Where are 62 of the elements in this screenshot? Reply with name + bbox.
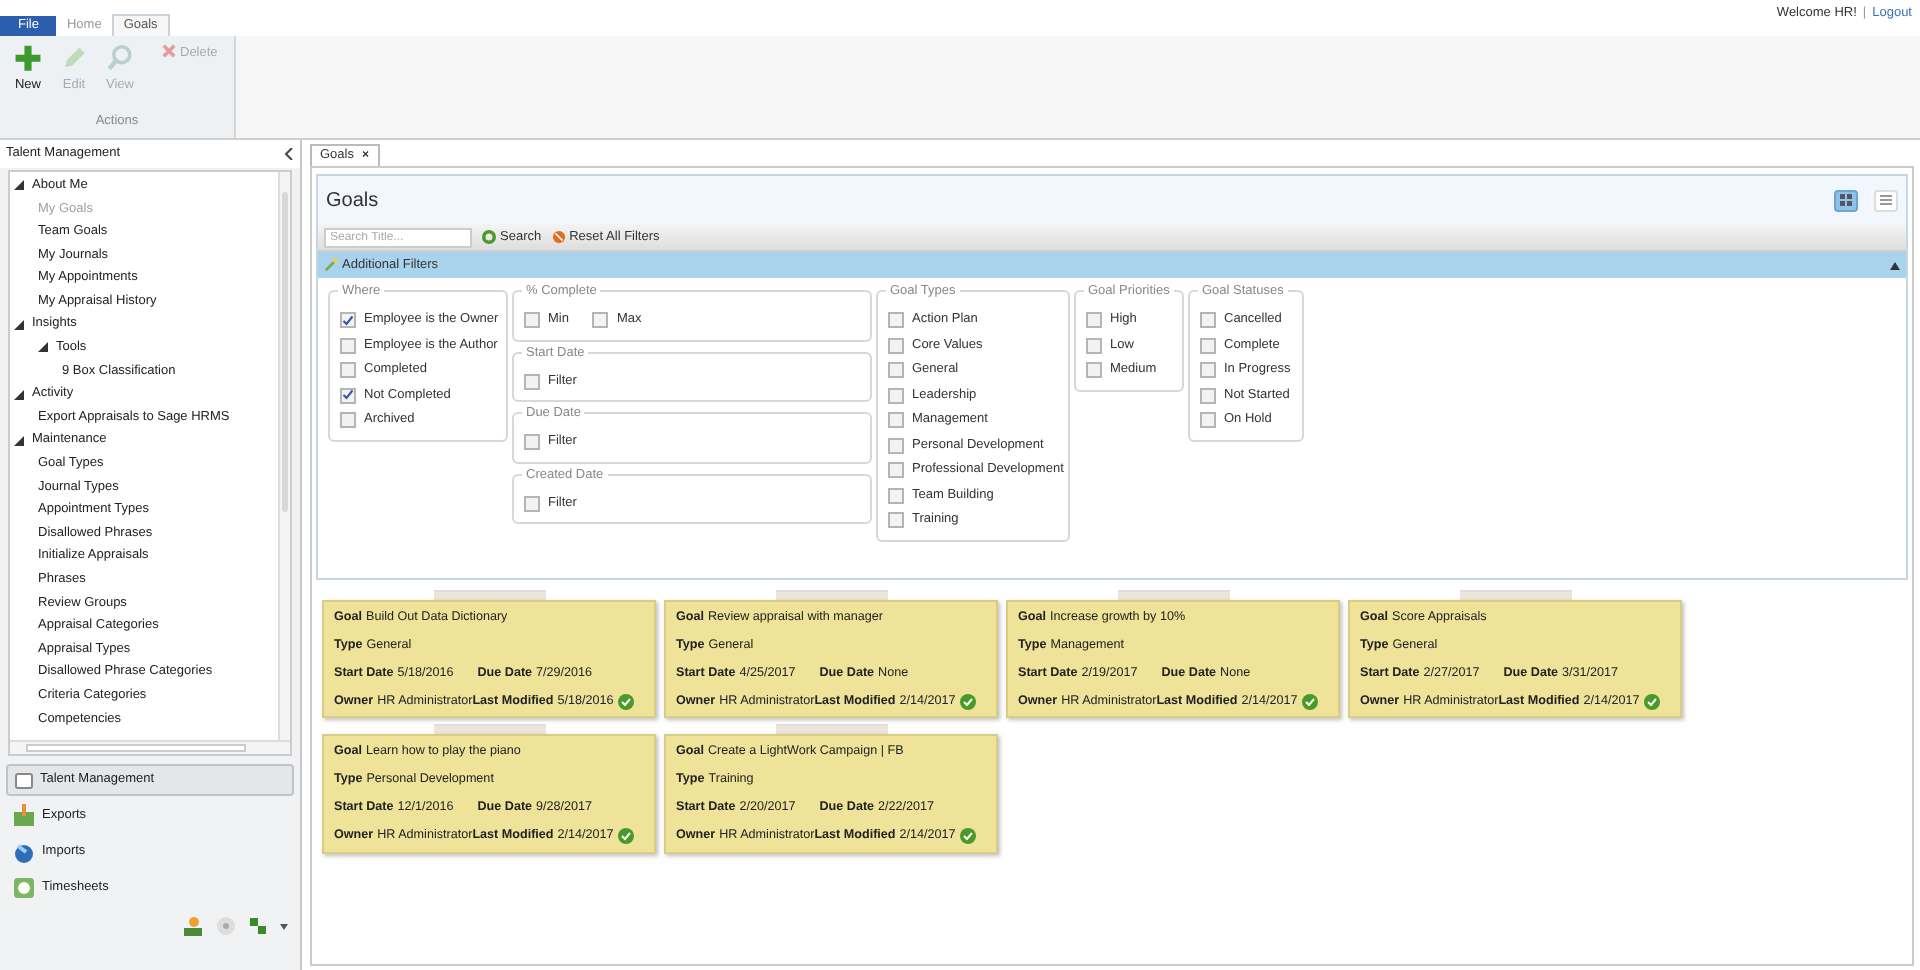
export-icon xyxy=(12,804,36,828)
tape xyxy=(775,590,887,600)
expand-arrow-icon[interactable] xyxy=(14,180,24,191)
dropdown-arrow-icon[interactable] xyxy=(280,923,288,929)
magnifier-icon xyxy=(104,44,136,73)
checkbox[interactable] xyxy=(524,373,540,390)
list-view-toggle[interactable] xyxy=(1874,189,1898,211)
checkbox[interactable] xyxy=(340,337,356,354)
checkbox[interactable] xyxy=(592,312,609,329)
status-check-icon xyxy=(959,693,976,710)
expand-arrow-icon[interactable] xyxy=(14,435,24,446)
checkbox[interactable] xyxy=(888,462,904,479)
collapse-caret-icon xyxy=(1890,261,1900,269)
status-check-icon xyxy=(1643,693,1660,710)
checkbox[interactable] xyxy=(888,487,904,504)
plus-icon xyxy=(12,44,44,73)
horizontal-scrollbar[interactable] xyxy=(10,740,290,754)
checkbox[interactable] xyxy=(524,495,540,512)
checkbox[interactable] xyxy=(1200,312,1216,329)
tape xyxy=(433,724,545,735)
checkbox[interactable] xyxy=(888,337,904,354)
checkbox[interactable] xyxy=(1200,337,1216,354)
tape xyxy=(433,590,545,600)
checkbox[interactable] xyxy=(524,312,540,329)
status-check-icon xyxy=(617,693,634,710)
expand-arrow-icon[interactable] xyxy=(14,319,24,330)
list-icon xyxy=(1880,194,1892,206)
wand-icon xyxy=(324,258,338,272)
checkbox[interactable] xyxy=(1200,387,1216,404)
vertical-scrollbar[interactable] xyxy=(278,172,290,742)
status-check-icon xyxy=(617,827,634,844)
checkbox[interactable] xyxy=(524,434,540,451)
grid-icon xyxy=(1840,194,1852,206)
panel-title: Goals xyxy=(326,187,379,215)
status-check-icon xyxy=(1301,693,1318,710)
collapse-chevron-icon[interactable] xyxy=(284,148,294,160)
checkbox[interactable] xyxy=(340,387,356,404)
x-icon xyxy=(162,44,176,58)
cancel-icon xyxy=(551,230,566,244)
checkbox[interactable] xyxy=(1200,412,1216,429)
card-view-toggle[interactable] xyxy=(1834,189,1858,211)
status-check-icon xyxy=(959,827,976,844)
tape xyxy=(1117,590,1229,600)
disc-icon[interactable] xyxy=(216,916,236,936)
checkbox[interactable] xyxy=(1200,362,1216,379)
checkbox[interactable] xyxy=(888,412,904,429)
checkbox[interactable] xyxy=(1086,337,1102,354)
people-icon[interactable] xyxy=(182,916,204,936)
checkbox[interactable] xyxy=(340,362,356,379)
checkbox[interactable] xyxy=(888,512,904,529)
checkbox[interactable] xyxy=(888,362,904,379)
checkbox[interactable] xyxy=(1086,362,1102,379)
tape xyxy=(1459,590,1571,600)
expand-arrow-icon[interactable] xyxy=(38,342,48,353)
tape xyxy=(775,724,887,735)
checkbox[interactable] xyxy=(888,387,904,404)
expand-arrow-icon[interactable] xyxy=(14,389,24,400)
checkbox[interactable] xyxy=(340,312,356,329)
checkbox[interactable] xyxy=(888,312,904,329)
checkbox[interactable] xyxy=(340,412,356,429)
checkbox[interactable] xyxy=(1086,312,1102,329)
checkbox[interactable] xyxy=(888,437,904,454)
